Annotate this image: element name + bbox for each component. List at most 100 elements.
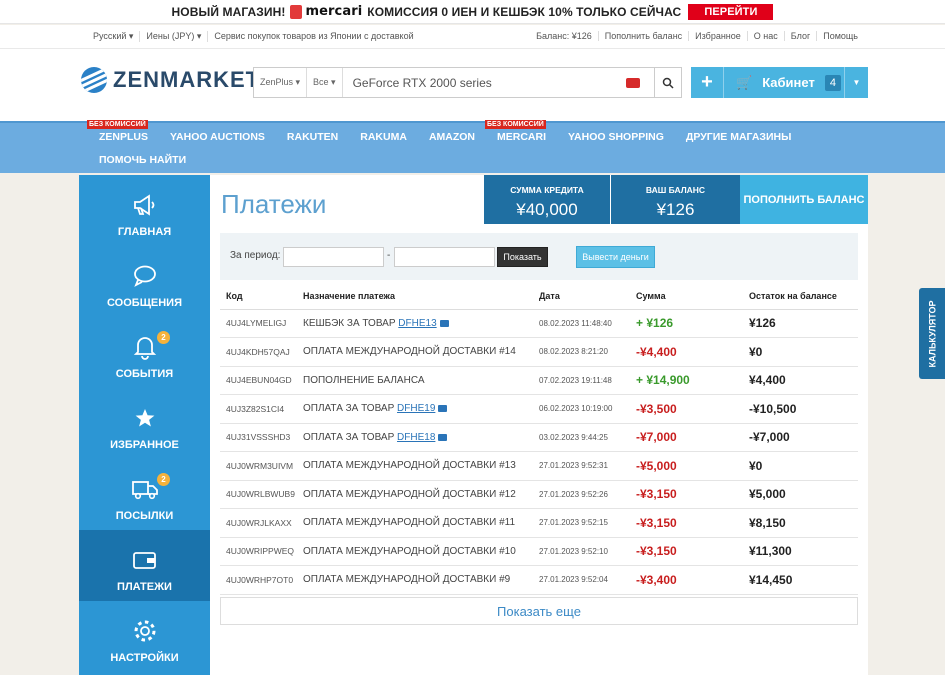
cabinet-button[interactable]: + 🛒 Кабинет 4 ▼ bbox=[691, 67, 868, 98]
language-select[interactable]: Русский ▾ bbox=[93, 31, 141, 42]
sidebar-item-events[interactable]: 2 СОБЫТИЯ bbox=[79, 317, 210, 388]
balance-after: ¥4,400 bbox=[749, 366, 858, 395]
promo-go-button[interactable]: ПЕРЕЙТИ bbox=[688, 3, 774, 20]
payment-code: 4UJ4LYMELIGJ bbox=[220, 309, 303, 338]
topup-button[interactable]: ПОПОЛНИТЬ БАЛАНС bbox=[740, 175, 868, 224]
add-icon[interactable]: + bbox=[691, 67, 724, 98]
help-link[interactable]: Помощь bbox=[817, 31, 858, 41]
table-header-row: Код Назначение платежа Дата Сумма Остато… bbox=[220, 284, 858, 310]
nav-label: ZENPLUS bbox=[99, 131, 149, 143]
sidebar-item-label: ГЛАВНАЯ bbox=[117, 226, 172, 238]
search-button[interactable] bbox=[654, 68, 681, 97]
search-category-select[interactable]: Все ▾ bbox=[307, 68, 343, 97]
sidebar: ГЛАВНАЯ СООБЩЕНИЯ 2 СОБЫТИЯ ИЗБРАННОЕ 2 … bbox=[79, 175, 210, 675]
sidebar-item-parcels[interactable]: 2 ПОСЫЛКИ bbox=[79, 459, 210, 530]
sidebar-item-messages[interactable]: СООБЩЕНИЯ bbox=[79, 246, 210, 317]
balance-after: -¥7,000 bbox=[749, 423, 858, 452]
bell-icon bbox=[133, 337, 156, 360]
nav-yahoo-auctions[interactable]: YAHOO AUCTIONS bbox=[170, 131, 265, 143]
promo-text-1: НОВЫЙ МАГАЗИН! bbox=[171, 4, 286, 19]
payment-amount: + ¥14,900 bbox=[636, 366, 749, 395]
parcels-badge: 2 bbox=[157, 473, 170, 486]
blog-link[interactable]: Блог bbox=[785, 31, 818, 41]
sidebar-item-home[interactable]: ГЛАВНАЯ bbox=[79, 175, 210, 246]
payment-date: 08.02.2023 8:21:20 bbox=[539, 337, 636, 367]
nav-amazon[interactable]: AMAZON bbox=[429, 131, 475, 143]
payment-purpose-cell: ПОПОЛНЕНИЕ БАЛАНСА bbox=[303, 366, 539, 395]
payment-date: 27.01.2023 9:52:10 bbox=[539, 537, 636, 566]
balance-after: ¥0 bbox=[749, 337, 858, 367]
keyboard-icon[interactable] bbox=[626, 77, 640, 88]
mercari-bag-icon bbox=[290, 4, 303, 19]
favorites-link[interactable]: Избранное bbox=[689, 31, 748, 41]
nav-rakuten[interactable]: RAKUTEN bbox=[287, 131, 338, 143]
balance-link[interactable]: Баланс: ¥126 bbox=[530, 31, 599, 41]
payment-amount: -¥3,500 bbox=[636, 394, 749, 424]
balance-value: ¥126 bbox=[656, 200, 695, 219]
payment-purpose-cell: КЕШБЭК ЗА ТОВАР DFHE13 bbox=[303, 309, 539, 338]
sidebar-item-label: ИЗБРАННОЕ bbox=[110, 439, 179, 451]
show-button[interactable]: Показать bbox=[497, 247, 548, 267]
item-link[interactable]: DFHE19 bbox=[397, 403, 435, 414]
currency-select[interactable]: Иены (JPY) ▾ bbox=[140, 31, 209, 42]
sidebar-item-payments[interactable]: ПЛАТЕЖИ bbox=[79, 530, 210, 601]
col-amount: Сумма bbox=[636, 284, 749, 310]
sidebar-item-settings[interactable]: НАСТРОЙКИ bbox=[79, 601, 210, 672]
nav-help-find[interactable]: ПОМОЧЬ НАЙТИ bbox=[99, 154, 186, 166]
no-fee-tag: БЕЗ КОМИССИЙ bbox=[485, 120, 546, 129]
payment-purpose: ОПЛАТА МЕЖДУНАРОДНОЙ ДОСТАВКИ #11 bbox=[303, 517, 516, 529]
logo[interactable]: ZENMARKET bbox=[81, 67, 260, 93]
cabinet-count: 4 bbox=[824, 74, 841, 91]
camera-icon[interactable] bbox=[438, 433, 448, 441]
item-link[interactable]: DFHE13 bbox=[398, 318, 436, 329]
about-link[interactable]: О нас bbox=[748, 31, 785, 41]
item-link[interactable]: DFHE18 bbox=[397, 432, 435, 443]
top-bar: Русский ▾ Иены (JPY) ▾ Сервис покупок то… bbox=[0, 25, 945, 49]
sidebar-item-favorites[interactable]: ИЗБРАННОЕ bbox=[79, 388, 210, 459]
balance-after: ¥8,150 bbox=[749, 508, 858, 538]
camera-icon[interactable] bbox=[439, 319, 449, 327]
calculator-tab[interactable]: КАЛЬКУЛЯТОР bbox=[919, 288, 945, 379]
chevron-down-icon[interactable]: ▼ bbox=[844, 67, 868, 98]
star-icon bbox=[135, 409, 154, 427]
nav-other-stores[interactable]: ДРУГИЕ МАГАЗИНЫ bbox=[686, 131, 792, 143]
balance-after: ¥5,000 bbox=[749, 480, 858, 509]
nav-zenplus[interactable]: БЕЗ КОМИССИЙ ZENPLUS bbox=[87, 120, 149, 143]
globe-icon bbox=[81, 67, 107, 93]
payment-purpose-cell: ОПЛАТА МЕЖДУНАРОДНОЙ ДОСТАВКИ #11 bbox=[303, 508, 539, 538]
payment-code: 4UJ0WRIPPWEQ bbox=[220, 537, 303, 566]
period-from-input[interactable] bbox=[283, 247, 384, 267]
balance-label: ВАШ БАЛАНС bbox=[645, 185, 706, 195]
period-to-input[interactable] bbox=[394, 247, 495, 267]
payment-code: 4UJ3Z82S1CI4 bbox=[220, 394, 303, 424]
table-row: 4UJ31VSSSHD3 ОПЛАТА ЗА ТОВАР DFHE18 03.02.… bbox=[220, 423, 858, 452]
show-more-button[interactable]: Показать еще bbox=[220, 597, 858, 625]
table-row: 4UJ4KDH57QAJ ОПЛАТА МЕЖДУНАРОДНОЙ ДОСТАВК… bbox=[220, 337, 858, 367]
tagline: Сервис покупок товаров из Японии с доста… bbox=[214, 31, 414, 41]
payment-purpose: ОПЛАТА МЕЖДУНАРОДНОЙ ДОСТАВКИ #14 bbox=[303, 346, 516, 358]
promo-text-2: КОМИССИЯ 0 ИЕН И КЕШБЭК 10% ТОЛЬКО СЕЙЧА… bbox=[367, 4, 682, 19]
nav-yahoo-shopping[interactable]: YAHOO SHOPPING bbox=[568, 131, 664, 143]
payment-amount: -¥5,000 bbox=[636, 451, 749, 481]
camera-icon[interactable] bbox=[438, 405, 448, 413]
nav-mercari[interactable]: БЕЗ КОМИССИЙ MERCARI bbox=[485, 120, 546, 143]
payment-date: 06.02.2023 10:19:00 bbox=[539, 394, 636, 424]
table-row: 4UJ0WRM3UIVM ОПЛАТА МЕЖДУНАРОДНОЙ ДОСТАВК… bbox=[220, 451, 858, 481]
period-dash: - bbox=[387, 250, 391, 261]
sidebar-item-label: СООБЩЕНИЯ bbox=[107, 297, 182, 309]
col-balance: Остаток на балансе bbox=[749, 284, 858, 310]
cabinet-label: Кабинет bbox=[762, 75, 815, 90]
nav-rakuma[interactable]: RAKUMA bbox=[360, 131, 407, 143]
search-input[interactable] bbox=[342, 68, 626, 97]
search-icon bbox=[662, 77, 674, 89]
balance-after: ¥126 bbox=[749, 309, 858, 338]
payment-amount: -¥3,150 bbox=[636, 480, 749, 509]
payment-amount: -¥3,150 bbox=[636, 508, 749, 538]
payment-purpose-cell: ОПЛАТА ЗА ТОВАР DFHE19 bbox=[303, 394, 539, 424]
topup-link[interactable]: Пополнить баланс bbox=[599, 31, 690, 41]
withdraw-button[interactable]: Вывести деньги bbox=[576, 246, 655, 268]
payment-purpose: ОПЛАТА МЕЖДУНАРОДНОЙ ДОСТАВКИ #10 bbox=[303, 545, 516, 557]
credit-value: ¥40,000 bbox=[516, 200, 578, 219]
payment-amount: -¥3,150 bbox=[636, 537, 749, 566]
search-scope-select[interactable]: ZenPlus ▾ bbox=[254, 68, 308, 97]
